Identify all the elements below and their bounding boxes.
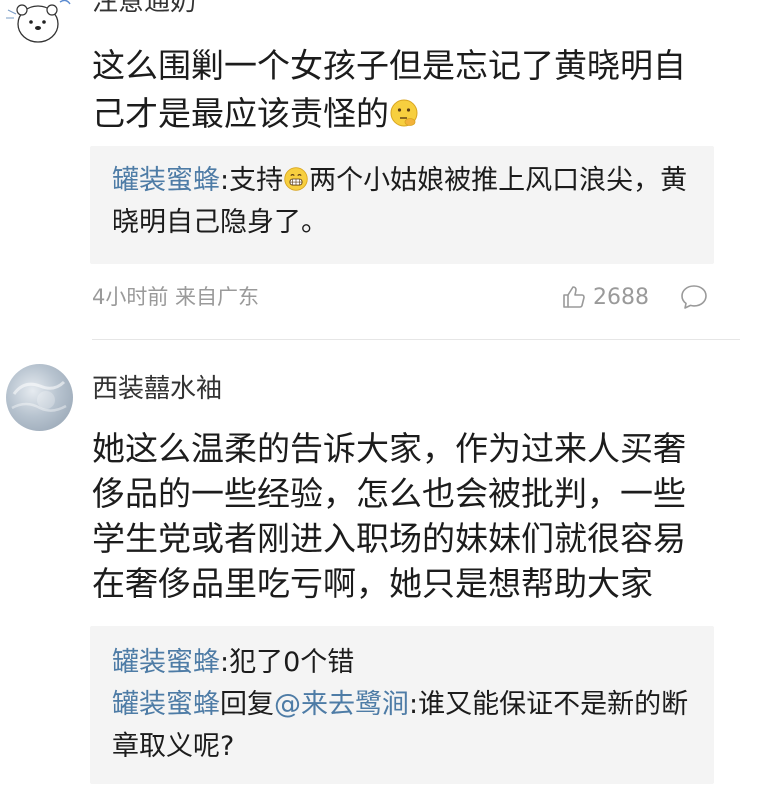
like-count: 2688: [593, 284, 649, 310]
grinning-face-emoji-icon: [284, 167, 308, 191]
comment-username[interactable]: 注意通奶: [92, 0, 196, 18]
speech-bubble-icon: [681, 285, 707, 309]
reply-text: :犯了0个错: [220, 647, 355, 678]
reply-author-link[interactable]: 罐装蜜蜂: [112, 689, 220, 720]
reply-box: 罐装蜜蜂:犯了0个错 罐装蜜蜂回复@来去鹭涧:谁又能保证不是新的断章取义呢?: [90, 626, 714, 784]
reply-item: 罐装蜜蜂回复@来去鹭涧:谁又能保证不是新的断章取义呢?: [112, 684, 692, 768]
comment-username[interactable]: 西装囍水袖: [92, 373, 222, 405]
thinking-face-emoji-icon: [390, 99, 418, 127]
reply-box: 罐装蜜蜂:支持 两个小姑娘被推上风口浪尖，黄晓明自己隐身了。: [90, 146, 714, 264]
comment-time-source: 4小时前 来自广东: [92, 285, 260, 309]
avatar[interactable]: [4, 0, 72, 46]
like-button[interactable]: 2688: [561, 281, 649, 313]
abstract-avatar-icon: [11, 380, 67, 412]
comment-button[interactable]: [680, 283, 708, 315]
comment-body: 她这么温柔的告诉大家，作为过来人买奢侈品的一些经验，怎么也会被批判，一些学生党或…: [92, 429, 686, 603]
reply-author-link[interactable]: 罐装蜜蜂: [112, 165, 220, 196]
reply-author-link[interactable]: 罐装蜜蜂: [112, 647, 220, 678]
reply-item: 罐装蜜蜂:犯了0个错: [112, 642, 692, 684]
thumbs-up-icon: [563, 286, 585, 308]
mention-link[interactable]: @来去鹭涧: [274, 689, 409, 720]
comment-divider: [92, 339, 740, 340]
bear-avatar-icon: [4, 0, 72, 46]
avatar[interactable]: [6, 364, 73, 431]
reply-word: 回复: [220, 689, 274, 720]
comment-body: 这么围剿一个女孩子但是忘记了黄晓明自己才是最应该责怪的: [92, 42, 712, 138]
reply-text: :支持: [220, 165, 284, 196]
